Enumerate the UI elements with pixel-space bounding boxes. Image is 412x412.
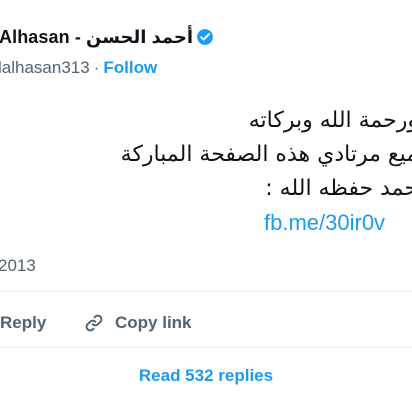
read-replies-button[interactable]: Read 532 replies xyxy=(0,362,412,390)
tweet-line-3: حمد حفظه الله : xyxy=(265,176,412,201)
copy-link-label: Copy link xyxy=(115,313,192,332)
follow-button[interactable]: Follow xyxy=(103,58,157,77)
author-handle[interactable]: lalhasan313 xyxy=(0,58,90,77)
copy-link-button[interactable]: Copy link xyxy=(83,308,192,338)
divider-bottom xyxy=(0,347,412,348)
separator-dot: · xyxy=(93,58,100,77)
reply-button[interactable]: Reply xyxy=(0,308,46,338)
reply-label: Reply xyxy=(0,313,47,332)
action-bar: Reply Copy link xyxy=(0,308,412,338)
tweet-line-2: ميع مرتادي هذه الصفحة المباركة xyxy=(120,142,412,167)
tweet-date[interactable]: 2013 xyxy=(0,254,36,278)
verified-badge-icon xyxy=(197,28,213,45)
tweet-link[interactable]: fb.me/30ir0v xyxy=(264,208,385,238)
tweet-embed: Alhasan - أحمد الحسن lalhasan313 · Follow … xyxy=(0,0,412,412)
handle-row: lalhasan313 · Follow xyxy=(0,56,157,80)
author-row[interactable]: Alhasan - أحمد الحسن xyxy=(0,22,412,52)
author-name[interactable]: Alhasan - أحمد الحسن xyxy=(0,22,193,52)
divider-top xyxy=(0,291,412,292)
tweet-line-1: ورحمة الله وبركاته xyxy=(248,108,412,133)
link-icon xyxy=(85,314,103,332)
tweet-text: ورحمة الله وبركاته ميع مرتادي هذه الصفحة… xyxy=(0,104,412,206)
